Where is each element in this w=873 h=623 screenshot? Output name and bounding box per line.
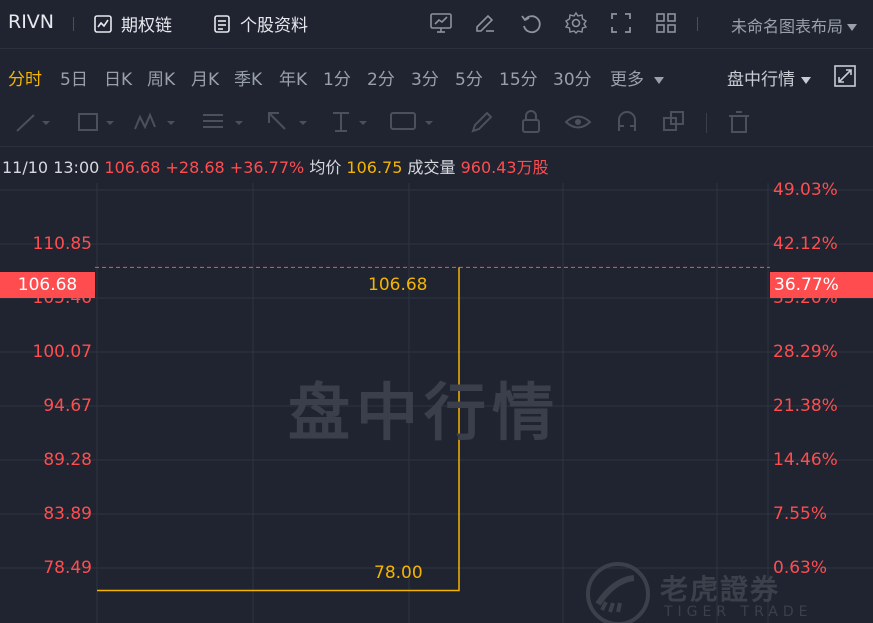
right-axis-label: 49.03% <box>773 180 838 200</box>
brand-subtitle: TIGER TRADE <box>664 604 813 620</box>
caret-down-icon <box>654 76 664 84</box>
undo-icon[interactable] <box>519 11 543 35</box>
magnet-icon[interactable] <box>614 109 640 135</box>
left-axis-label: 94.67 <box>43 396 92 416</box>
divider <box>697 17 698 31</box>
layout-selector[interactable]: 未命名图表布局 <box>731 13 857 37</box>
low-price-label: 78.00 <box>374 563 423 583</box>
period-tab-5d[interactable]: 5日 <box>60 65 88 90</box>
period-tab-2m[interactable]: 2分 <box>367 65 395 90</box>
left-axis-label: 89.28 <box>43 450 92 470</box>
period-tab-3m[interactable]: 3分 <box>411 65 439 90</box>
right-axis-label: 42.12% <box>773 234 838 254</box>
volume-label: 成交量 <box>407 158 456 177</box>
label-tool-icon[interactable] <box>389 109 437 135</box>
quote-change-pct: +36.77% <box>229 158 305 177</box>
period-tab-year[interactable]: 年K <box>279 65 307 90</box>
period-bar: 分时 5日 日K 周K 月K 季K 年K 1分 2分 3分 5分 15分 30分… <box>0 48 873 100</box>
fullscreen-icon[interactable] <box>609 11 633 35</box>
period-tab-1m[interactable]: 1分 <box>323 65 351 90</box>
quote-info-line: 11/10 13:00 106.68 +28.68 +36.77% 均价 106… <box>2 154 549 178</box>
edit-icon[interactable] <box>473 11 497 35</box>
stock-info-button[interactable]: 个股资料 <box>212 11 308 36</box>
lock-icon[interactable] <box>518 109 544 135</box>
tiger-trade-logo: 老虎證券 TIGER TRADE <box>584 560 873 623</box>
pen-tool-icon[interactable] <box>469 109 495 135</box>
ticker-symbol[interactable]: RIVN <box>8 11 54 33</box>
option-chain-label: 期权链 <box>121 16 172 36</box>
caret-down-icon <box>801 76 811 84</box>
settings-gear-icon[interactable] <box>564 11 588 35</box>
text-tool-icon[interactable] <box>329 109 373 135</box>
right-axis-label: 14.46% <box>773 450 838 470</box>
layout-name-label: 未命名图表布局 <box>730 17 843 36</box>
chart-doc-icon <box>94 14 112 33</box>
quote-price: 106.68 <box>104 158 161 177</box>
current-pct-tag: 36.77% <box>770 272 873 298</box>
tiger-logo-icon <box>586 562 650 623</box>
layers-icon[interactable] <box>661 109 687 135</box>
expand-icon[interactable] <box>834 65 856 87</box>
top-toolbar: RIVN 期权链 个股资料 未命名图表布局 <box>0 0 873 49</box>
trash-icon[interactable] <box>726 109 752 135</box>
right-axis-label: 28.29% <box>773 342 838 362</box>
document-icon <box>214 14 230 33</box>
chart-indicator-icon[interactable] <box>429 11 453 35</box>
period-tab-5m[interactable]: 5分 <box>455 65 483 90</box>
right-axis-label: 21.38% <box>773 396 838 416</box>
visibility-eye-icon[interactable] <box>564 109 592 135</box>
current-price-tag: 106.68 <box>0 272 95 298</box>
pattern-tool-icon[interactable] <box>133 109 181 135</box>
avg-price-label: 均价 <box>309 158 342 177</box>
stock-info-label: 个股资料 <box>240 16 308 36</box>
period-tab-quarter[interactable]: 季K <box>234 65 262 90</box>
caret-down-icon <box>847 24 857 31</box>
left-axis-label: 110.85 <box>32 234 92 254</box>
period-tab-15m[interactable]: 15分 <box>499 65 538 90</box>
drawing-toolbar <box>0 100 873 147</box>
fibonacci-tool-icon[interactable] <box>201 109 249 135</box>
right-axis-label: 7.55% <box>773 504 828 524</box>
trend-line-icon[interactable] <box>14 109 54 135</box>
left-axis-label: 100.07 <box>32 342 92 362</box>
divider <box>73 17 74 31</box>
arrow-tool-icon[interactable] <box>265 109 313 135</box>
more-label: 更多 <box>610 70 644 90</box>
option-chain-button[interactable]: 期权链 <box>93 11 172 36</box>
quote-datetime: 11/10 13:00 <box>2 158 100 177</box>
high-price-label: 106.68 <box>368 275 428 295</box>
watermark-text: 盘中行情 <box>288 376 561 449</box>
avg-price-value: 106.75 <box>346 158 403 177</box>
quote-change: +28.68 <box>165 158 225 177</box>
divider <box>706 113 707 133</box>
period-tab-intraday[interactable]: 分时 <box>8 65 42 90</box>
more-periods-dropdown[interactable]: 更多 <box>610 65 664 90</box>
volume-value: 960.43万股 <box>460 158 549 177</box>
rectangle-tool-icon[interactable] <box>76 109 120 135</box>
market-mode-dropdown[interactable]: 盘中行情 <box>727 65 811 90</box>
period-tab-30m[interactable]: 30分 <box>553 65 592 90</box>
market-mode-label: 盘中行情 <box>727 70 795 90</box>
period-tab-day[interactable]: 日K <box>104 65 132 90</box>
left-axis-label: 78.49 <box>43 558 92 578</box>
period-tab-week[interactable]: 周K <box>147 65 175 90</box>
grid-layout-icon[interactable] <box>654 11 678 35</box>
brand-name: 老虎證券 <box>660 573 781 606</box>
left-axis-label: 83.89 <box>43 504 92 524</box>
period-tab-month[interactable]: 月K <box>191 65 219 90</box>
